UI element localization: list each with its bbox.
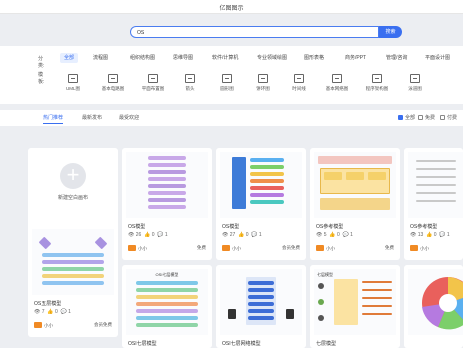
tab-hot[interactable]: 热门推荐 [43, 114, 64, 124]
template-swimlane[interactable]: 泳道图 [400, 71, 430, 97]
card-author: 小小 [34, 322, 53, 329]
category-tables[interactable]: 图形表格 [300, 53, 328, 63]
template-thumbnail: 七层模型 [314, 269, 396, 335]
template-card[interactable]: OS参考模型 👁 5 👍 0 💬 1 小小 免费 [310, 148, 400, 260]
card-price: 免费 [385, 245, 394, 250]
sort-tabs-bar: 热门推荐 最新发布 最受欢迎 全部 免费 付费 [0, 110, 463, 126]
category-all[interactable]: 全部 [60, 53, 79, 63]
category-flowchart[interactable]: 流程图 [89, 53, 112, 63]
template-card[interactable]: OS参考模型 👁 13 👍 0 💬 1 小小 [404, 148, 463, 260]
search-box[interactable] [130, 26, 379, 38]
category-label: 分类: [38, 56, 45, 69]
plus-icon: + [60, 163, 86, 189]
search-bar: 搜索 [130, 26, 402, 38]
template-circuit[interactable]: 基本电路图 [98, 71, 128, 97]
category-org-chart[interactable]: 组织结构图 [126, 53, 159, 63]
swimlane-icon [410, 74, 420, 83]
timeline-icon [294, 74, 304, 83]
template-thumbnail [126, 152, 208, 218]
floorplan-icon [148, 74, 158, 83]
template-thumbnail [220, 152, 302, 218]
title-bar: 亿图图示 [0, 0, 463, 14]
template-floorplan[interactable]: 平面布置图 [138, 71, 168, 97]
pie-thumbnail [422, 277, 463, 330]
uml-icon [68, 74, 78, 83]
card-title: 七层模型 [316, 341, 337, 347]
template-card[interactable]: OSI七层网络模型 [216, 265, 306, 348]
template-arrow[interactable]: 箭头 [175, 71, 205, 97]
category-business[interactable]: 商务/PPT [341, 53, 370, 63]
template-card[interactable] [404, 265, 463, 348]
filter-panel: 分类: 全部 流程图 组织结构图 思维导图 软件/计算机 专业领域绘图 图形表格… [0, 46, 463, 104]
search-button[interactable]: 搜索 [379, 26, 402, 38]
window-title: 亿图图示 [219, 6, 244, 12]
search-input[interactable] [137, 29, 367, 36]
template-timeline[interactable]: 时间线 [284, 71, 314, 97]
template-thumbnail [408, 152, 463, 218]
arrow-icon [185, 74, 195, 83]
template-pie[interactable]: 饼环图 [248, 71, 278, 97]
card-title: OS模型 [222, 224, 240, 230]
card-title: OS参考模型 [316, 224, 344, 230]
template-uml[interactable]: UML图 [58, 71, 88, 97]
template-architecture[interactable]: 程序架构图 [362, 71, 392, 97]
card-stats: 👁 5 👍 0 💬 1 [316, 232, 353, 238]
template-network[interactable]: 基本网络图 [322, 71, 352, 97]
template-thumbnail: OSI七层模型 [126, 269, 208, 335]
card-title: OS参考模型 [410, 224, 438, 230]
card-title: OS五层模型 [34, 301, 62, 307]
architecture-icon [372, 74, 382, 83]
template-card[interactable]: 七层模型 七层模型 [310, 265, 400, 348]
avatar [410, 245, 418, 251]
avatar [34, 322, 42, 328]
circle-diagram-icon [222, 74, 232, 83]
checkbox-icon [440, 115, 445, 120]
circuit-icon [108, 74, 118, 83]
category-mindmap[interactable]: 思维导图 [169, 53, 197, 63]
card-price: 免费 [197, 245, 206, 250]
card-author: 小小 [222, 245, 241, 252]
category-graphic-design[interactable]: 平面设计图 [421, 53, 454, 63]
filter-paid[interactable]: 付费 [440, 114, 457, 121]
template-circle[interactable]: 圆形图 [212, 71, 242, 97]
avatar [222, 245, 230, 251]
card-stats: 👁 7 👍 0 💬 1 [34, 309, 71, 315]
template-card[interactable]: OS模型 👁 27 👍 0 💬 1 小小 会员免费 [216, 148, 306, 260]
filter-all[interactable]: 全部 [398, 114, 415, 121]
avatar [316, 245, 324, 251]
card-price: 会员免费 [94, 322, 112, 327]
card-author: 小小 [316, 245, 335, 252]
card-stats: 👁 26 👍 0 💬 1 [128, 232, 168, 238]
card-title: OSI七层模型 [128, 341, 157, 347]
category-software[interactable]: 软件/计算机 [208, 53, 242, 63]
template-thumbnail [314, 152, 396, 218]
card-stats: 👁 27 👍 0 💬 1 [222, 232, 262, 238]
template-thumbnail [220, 269, 302, 335]
network-icon [332, 74, 342, 83]
category-professional[interactable]: 专业领域绘图 [253, 53, 291, 63]
avatar [128, 245, 136, 251]
template-card[interactable]: OS模型 👁 26 👍 0 💬 1 小小 免费 [122, 148, 212, 260]
card-author: 小小 [128, 245, 147, 252]
card-price: 会员免费 [282, 245, 300, 250]
card-author: 小小 [410, 245, 429, 252]
tab-popular[interactable]: 最受欢迎 [119, 114, 139, 124]
card-title: OS模型 [128, 224, 146, 230]
template-card[interactable]: OS五层模型 👁 7 👍 0 💬 1 小小 会员免费 [28, 225, 118, 337]
pie-chart-icon [258, 74, 268, 83]
template-label: 模板: [38, 72, 45, 85]
template-card[interactable]: OSI七层模型 OSI七层模型 [122, 265, 212, 348]
tab-latest[interactable]: 最新发布 [82, 114, 102, 124]
filter-free[interactable]: 免费 [418, 114, 435, 121]
card-title: OSI七层网络模型 [222, 341, 261, 347]
checkbox-icon [418, 115, 423, 120]
category-management[interactable]: 管理/咨询 [382, 53, 411, 63]
checkbox-icon [398, 115, 403, 120]
template-thumbnail [408, 269, 463, 335]
template-thumbnail [32, 229, 114, 295]
card-stats: 👁 13 👍 0 💬 1 [410, 232, 450, 238]
